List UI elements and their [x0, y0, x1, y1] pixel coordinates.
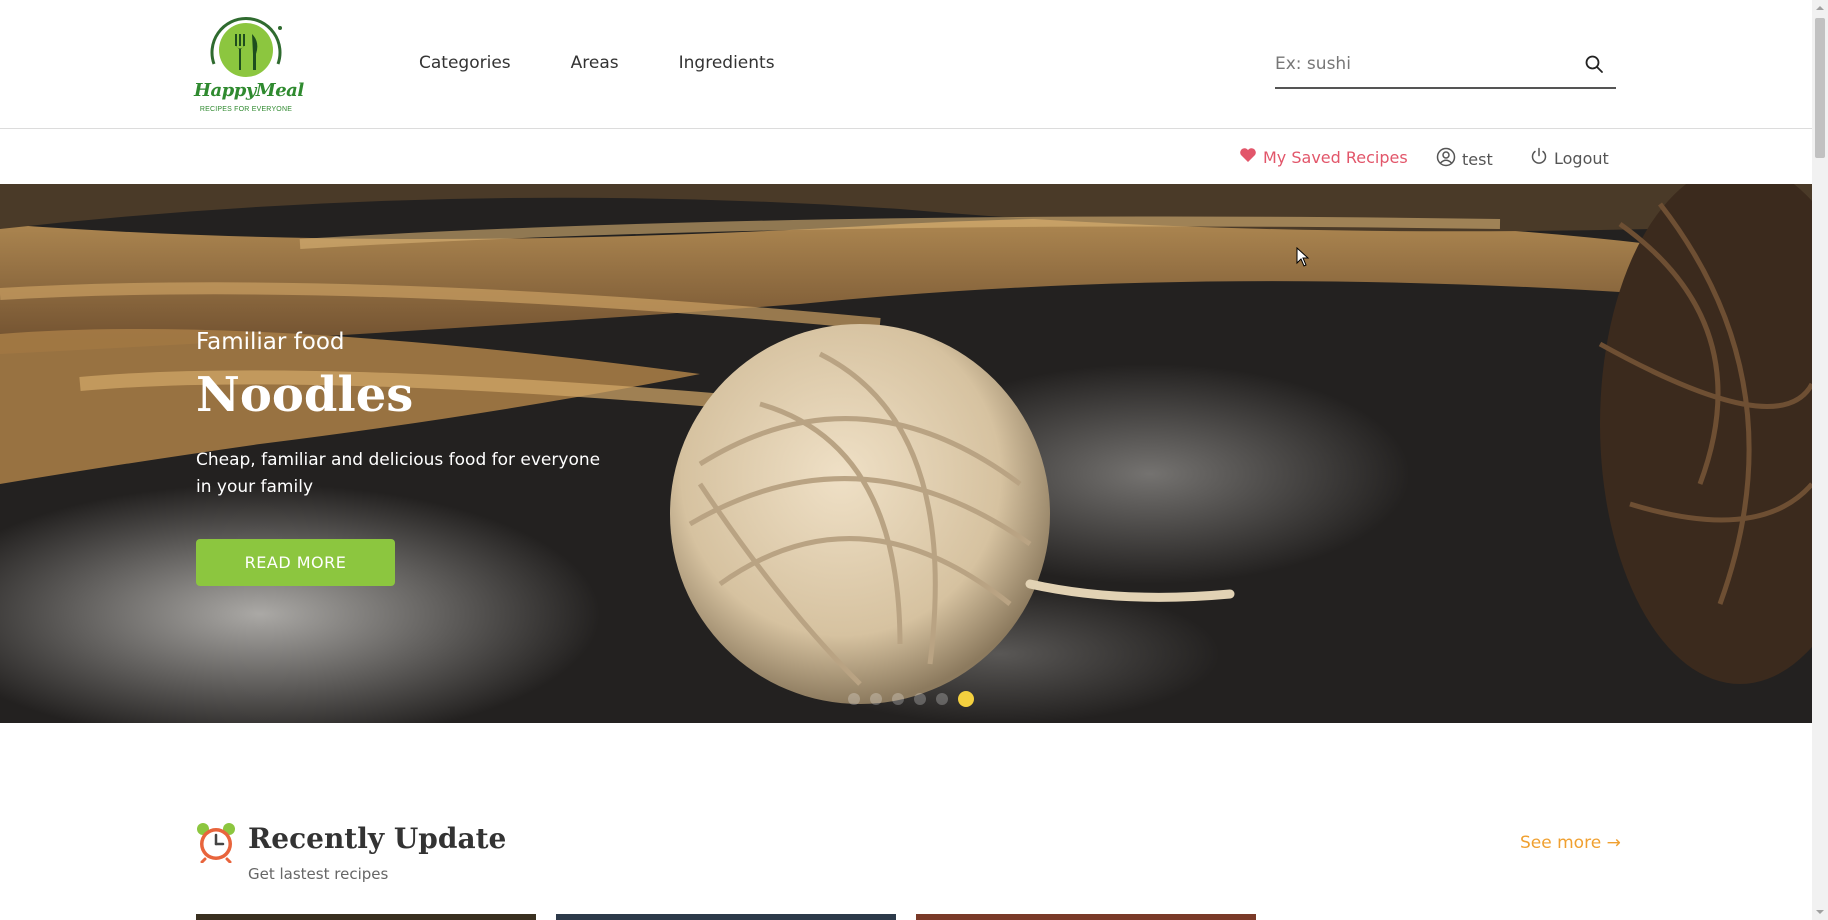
power-icon: [1530, 147, 1548, 169]
site-logo[interactable]: HappyMeal RECIPES FOR EVERYONE: [194, 12, 304, 120]
hero-title: Noodles: [196, 367, 414, 423]
logout-button[interactable]: Logout: [1530, 147, 1609, 169]
search-input[interactable]: [1275, 50, 1565, 78]
username-label: test: [1462, 149, 1493, 169]
alarm-clock-icon: [195, 821, 237, 864]
site-header: HappyMeal RECIPES FOR EVERYONE Categorie…: [0, 0, 1812, 129]
user-profile-link[interactable]: test: [1436, 147, 1493, 171]
recipe-card[interactable]: [916, 914, 1256, 920]
carousel-dot-active[interactable]: [958, 691, 974, 707]
section-title: Recently Update: [248, 822, 507, 855]
user-circle-icon: [1436, 147, 1456, 171]
mouse-pointer-icon: [1296, 246, 1310, 271]
page-scrollbar[interactable]: [1812, 0, 1828, 920]
see-more-link[interactable]: See more →: [1520, 833, 1621, 853]
nav-item-ingredients[interactable]: Ingredients: [679, 53, 775, 73]
nav-item-categories[interactable]: Categories: [419, 53, 511, 73]
carousel-dot[interactable]: [848, 693, 860, 705]
search-icon[interactable]: [1584, 54, 1604, 74]
my-saved-recipes-link[interactable]: My Saved Recipes: [1239, 147, 1408, 167]
carousel-dots: [848, 691, 974, 707]
carousel-dot[interactable]: [914, 693, 926, 705]
saved-recipes-label: My Saved Recipes: [1263, 147, 1408, 167]
main-nav: Categories Areas Ingredients: [419, 53, 775, 73]
arrow-right-icon: →: [1606, 833, 1621, 853]
recipe-card[interactable]: [556, 914, 896, 920]
logo-brand-name: HappyMeal: [194, 80, 304, 101]
read-more-button[interactable]: READ MORE: [196, 539, 395, 586]
see-more-label: See more: [1520, 833, 1602, 853]
scroll-up-icon[interactable]: [1812, 0, 1828, 16]
logout-label: Logout: [1554, 148, 1609, 168]
section-subtitle: Get lastest recipes: [248, 865, 389, 883]
carousel-dot[interactable]: [936, 693, 948, 705]
hero-kicker: Familiar food: [196, 329, 345, 355]
search-box: [1275, 42, 1616, 89]
scrollbar-thumb[interactable]: [1815, 18, 1825, 158]
fork-knife-logo-icon: [210, 17, 282, 77]
scroll-down-icon[interactable]: [1812, 904, 1828, 920]
hero-description: Cheap, familiar and delicious food for e…: [196, 450, 601, 497]
carousel-dot[interactable]: [870, 693, 882, 705]
heart-icon: [1239, 147, 1257, 167]
logo-tagline: RECIPES FOR EVERYONE: [199, 106, 293, 113]
recipe-card[interactable]: [196, 914, 536, 920]
carousel-dot[interactable]: [892, 693, 904, 705]
nav-item-areas[interactable]: Areas: [571, 53, 619, 73]
